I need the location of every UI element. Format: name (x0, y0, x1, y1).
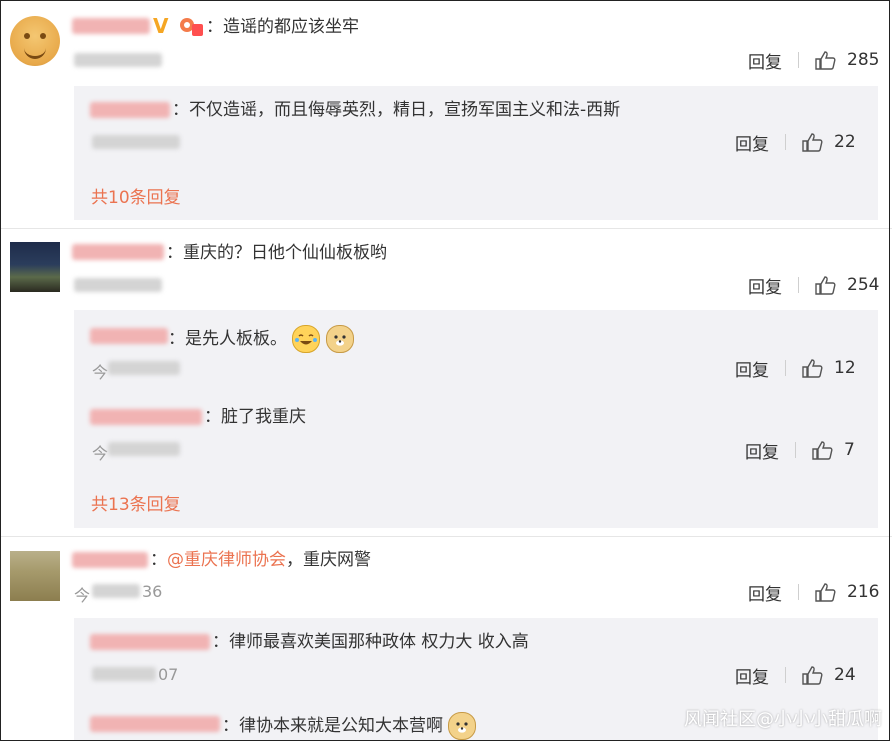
username-blurred[interactable] (72, 244, 164, 260)
member-badge-icon (178, 16, 204, 38)
doge-emoji-icon (448, 712, 477, 740)
like-count: 24 (834, 665, 856, 685)
divider (785, 134, 786, 150)
divider (795, 442, 796, 458)
avatar-eye (40, 33, 46, 39)
crying-laugh-emoji-icon (292, 325, 321, 353)
divider (798, 277, 799, 293)
reply-text: ：不仅造谣，而且侮辱英烈，精日，宣扬军国主义和法-西斯 (172, 100, 621, 120)
thread-divider (0, 228, 892, 229)
reply-button[interactable]: 回复 (735, 663, 769, 688)
reply-actions: 回复 22 (735, 130, 856, 155)
reply-timestamp-blurred (108, 442, 180, 456)
comment-actions: 回复 254 (748, 273, 880, 298)
timestamp-blurred (74, 53, 162, 67)
username-blurred[interactable] (72, 552, 148, 568)
thread-divider (0, 536, 892, 537)
vip-v-icon: V (153, 14, 169, 38)
reply-button[interactable]: 回复 (748, 580, 782, 605)
thumbs-up-icon[interactable] (815, 50, 837, 70)
reply-text-content: ：律协本来就是公知大本营啊 (222, 716, 443, 736)
comment-actions: 回复 216 (748, 580, 880, 605)
comment-colon: ： (150, 550, 167, 570)
avatar-mouth (24, 46, 46, 59)
reply-button[interactable]: 回复 (735, 356, 769, 381)
user-avatar[interactable] (10, 551, 60, 601)
divider (785, 360, 786, 376)
divider (798, 584, 799, 600)
reply-button[interactable]: 回复 (735, 130, 769, 155)
reply-username-blurred[interactable] (90, 328, 168, 344)
watermark: 风闻社区@小小小甜瓜啊 (684, 709, 882, 730)
reply-username-blurred[interactable] (90, 409, 202, 425)
comment-text: ：造谣的都应该坐牢 (206, 17, 359, 37)
thumbs-up-icon[interactable] (815, 582, 837, 602)
mention-link[interactable]: @重庆律师协会 (167, 550, 286, 570)
reply-timestamp-blurred (92, 667, 156, 681)
reply-timestamp-blurred (92, 135, 180, 149)
reply-actions: 回复 24 (735, 663, 856, 688)
reply-button[interactable]: 回复 (748, 273, 782, 298)
thumbs-up-icon[interactable] (802, 132, 824, 152)
reply-time-suffix: 07 (158, 665, 179, 684)
reply-text: ：律协本来就是公知大本营啊 (222, 712, 477, 740)
comment-actions: 回复 285 (748, 48, 880, 73)
reply-text: ：律师最喜欢美国那种政体 权力大 收入高 (212, 632, 529, 652)
like-count: 12 (834, 358, 856, 378)
time-prefix: 今 (74, 586, 91, 605)
reply-username-blurred[interactable] (90, 102, 170, 118)
username-blurred[interactable] (72, 18, 150, 34)
reply-username-blurred[interactable] (90, 716, 220, 732)
like-count: 254 (847, 275, 880, 295)
reply-button[interactable]: 回复 (748, 48, 782, 73)
thumbs-up-icon[interactable] (802, 358, 824, 378)
thumbs-up-icon[interactable] (815, 275, 837, 295)
reply-text-content: ：是先人板板。 (168, 329, 287, 349)
reply-button[interactable]: 回复 (745, 438, 779, 463)
like-count: 7 (844, 440, 855, 460)
user-avatar[interactable] (10, 242, 60, 292)
comment-text-content: ，重庆网警 (286, 550, 371, 570)
like-count: 216 (847, 582, 880, 602)
reply-username-blurred[interactable] (90, 634, 210, 650)
divider (785, 667, 786, 683)
doge-emoji-icon (325, 325, 354, 353)
comment-text: ：重庆的？日他个仙仙板板哟 (166, 243, 387, 263)
user-avatar[interactable] (10, 16, 60, 66)
comment-text: ：@重庆律师协会，重庆网警 (150, 549, 371, 571)
reply-timestamp-blurred (108, 361, 180, 375)
timestamp-blurred (92, 584, 140, 598)
avatar-eye (24, 33, 30, 39)
like-count: 22 (834, 132, 856, 152)
reply-actions: 回复 12 (735, 356, 856, 381)
more-replies-link[interactable]: 共13条回复 (91, 490, 181, 515)
thumbs-up-icon[interactable] (802, 665, 824, 685)
thumbs-up-icon[interactable] (812, 440, 834, 460)
more-replies-link[interactable]: 共10条回复 (91, 183, 181, 208)
reply-actions: 回复 7 (745, 438, 855, 463)
reply-text: ：是先人板板。 (168, 325, 354, 353)
reply-text: ：脏了我重庆 (204, 407, 306, 427)
timestamp-blurred (74, 278, 162, 292)
reply-time-prefix: 今 (92, 444, 109, 463)
reply-time-prefix: 今 (92, 363, 109, 382)
divider (798, 52, 799, 68)
like-count: 285 (847, 50, 880, 70)
time-suffix: 36 (142, 582, 163, 601)
